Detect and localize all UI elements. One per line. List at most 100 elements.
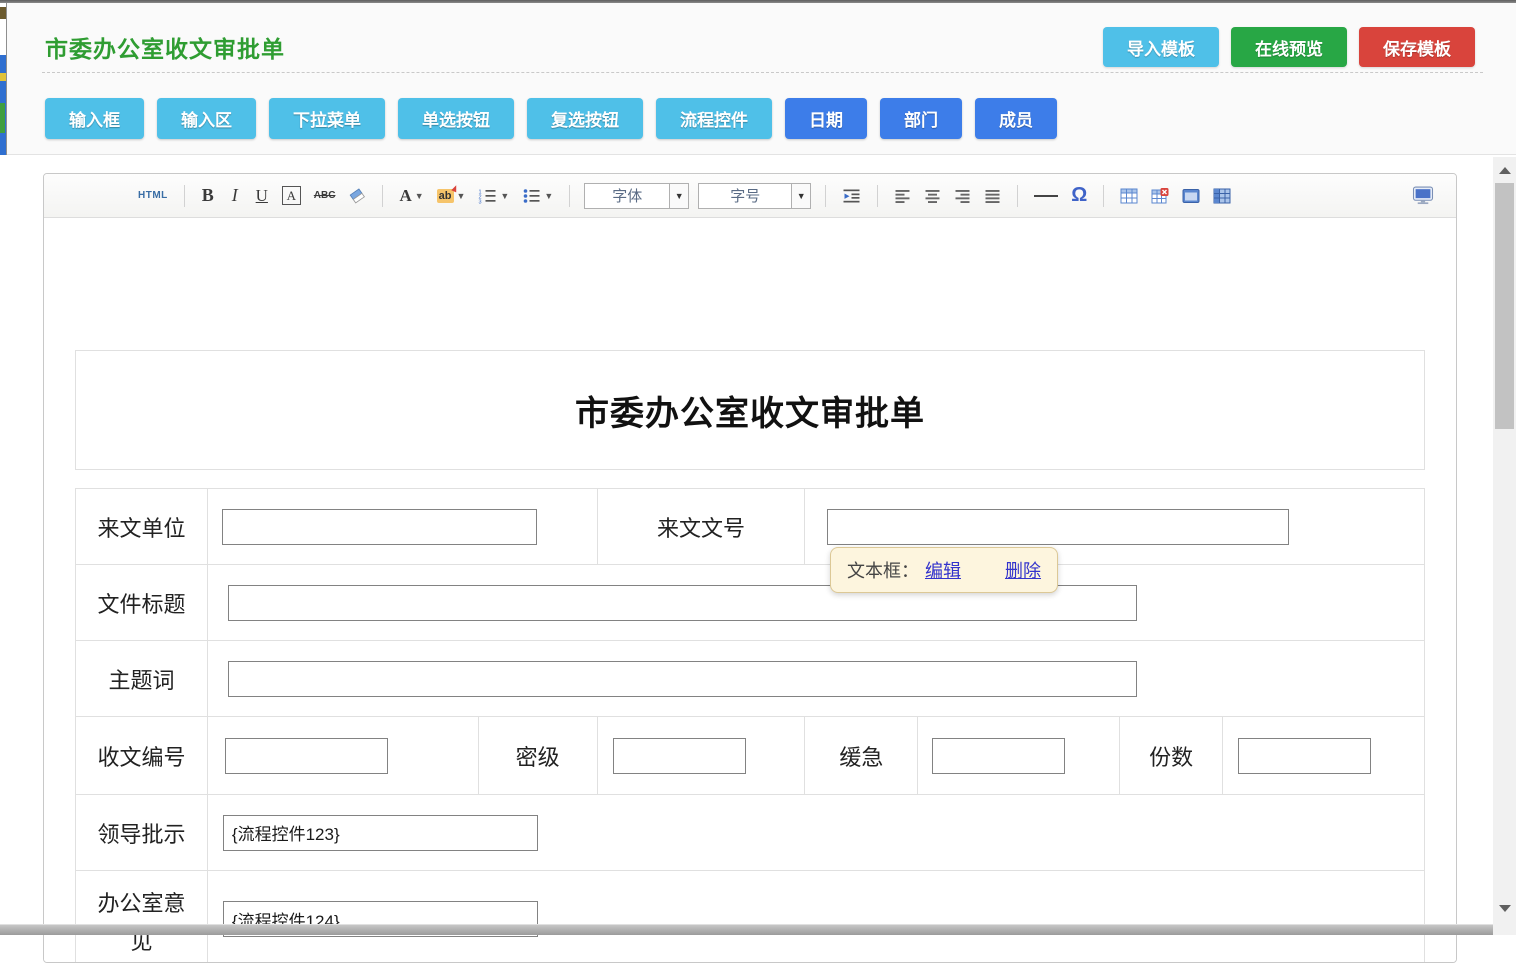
copies-input[interactable] — [1238, 738, 1371, 774]
cell-receipt-number — [208, 717, 479, 795]
cell-copies — [1223, 717, 1425, 795]
table-row: 办公室意见 — [76, 871, 1425, 963]
edit-link[interactable]: 编辑 — [925, 557, 961, 583]
receipt-number-input[interactable] — [225, 738, 388, 774]
page-title: 市委办公室收文审批单 — [45, 30, 285, 64]
widget-member-button[interactable]: 成员 — [975, 98, 1057, 139]
unordered-list-icon[interactable]: ▼ — [520, 183, 555, 209]
label-source-unit: 来文单位 — [76, 489, 208, 565]
scrollbar-thumb[interactable] — [1495, 183, 1514, 429]
toolbar-separator — [382, 185, 383, 207]
fragment-decor — [0, 103, 5, 133]
label-urgency: 缓急 — [805, 717, 918, 795]
table-row: 收文编号 密级 缓急 份数 — [76, 717, 1425, 795]
toolbar-separator — [1017, 185, 1018, 207]
scroll-down-arrow-icon[interactable] — [1493, 897, 1516, 919]
secrecy-input[interactable] — [613, 738, 746, 774]
highlight-color-icon[interactable]: ab▼ — [435, 183, 468, 209]
underline-icon[interactable]: U — [253, 183, 271, 209]
window-top-edge — [0, 0, 1516, 3]
widget-dropdown-button[interactable]: 下拉菜单 — [269, 98, 385, 139]
header-panel: 市委办公室收文审批单 导入模板 在线预览 保存模板 输入框 输入区 下拉菜单 单… — [0, 3, 1516, 155]
tooltip-label: 文本框： — [847, 557, 919, 583]
table-row: 来文单位 来文文号 — [76, 489, 1425, 565]
table-row: 主题词 — [76, 641, 1425, 717]
strikethrough-icon[interactable]: ABC — [312, 183, 338, 209]
insert-table-icon[interactable] — [1118, 183, 1140, 209]
urgency-input[interactable] — [932, 738, 1065, 774]
widget-input-box-button[interactable]: 输入框 — [45, 98, 144, 139]
widget-date-button[interactable]: 日期 — [785, 98, 867, 139]
fragment-decor — [0, 7, 6, 19]
font-size-select[interactable]: 字号 ▼ — [698, 183, 811, 209]
label-office-opinion: 办公室意见 — [76, 871, 208, 963]
editor-content-area[interactable]: 市委办公室收文审批单 来文单位 来文文号 文件标题 — [44, 218, 1456, 962]
widget-checkbox-button[interactable]: 复选按钮 — [527, 98, 643, 139]
delete-table-icon[interactable] — [1149, 183, 1171, 209]
widget-radio-button[interactable]: 单选按钮 — [398, 98, 514, 139]
horizontal-rule-icon[interactable] — [1032, 183, 1060, 209]
toolbar-separator — [184, 185, 185, 207]
label-doc-number: 来文文号 — [598, 489, 806, 565]
label-leader-comments: 领导批示 — [76, 795, 208, 871]
cell-properties-icon[interactable] — [1211, 183, 1233, 209]
table-properties-icon[interactable] — [1180, 183, 1202, 209]
format-block-icon[interactable]: A — [282, 186, 301, 205]
table-row: 文件标题 — [76, 565, 1425, 641]
special-char-icon[interactable]: Ω — [1069, 183, 1089, 209]
widget-textarea-button[interactable]: 输入区 — [157, 98, 256, 139]
label-keywords: 主题词 — [76, 641, 208, 717]
vertical-scrollbar[interactable] — [1493, 157, 1516, 935]
save-template-button[interactable]: 保存模板 — [1359, 27, 1475, 67]
align-center-icon[interactable] — [922, 183, 943, 209]
form-table: 来文单位 来文文号 文件标题 主题词 — [75, 488, 1425, 963]
remove-format-eraser-icon[interactable] — [346, 183, 368, 209]
ordered-list-icon[interactable]: 123 ▼ — [476, 183, 511, 209]
horizontal-scrollbar[interactable] — [0, 924, 1493, 935]
bold-icon[interactable]: B — [199, 183, 217, 209]
toolbar-separator — [1103, 185, 1104, 207]
keywords-input[interactable] — [228, 661, 1137, 697]
toolbar-separator — [825, 185, 826, 207]
richtext-editor-panel: HTML B I U A ABC A▼ ab▼ 123 ▼ ▼ 字体 ▼ 字号 … — [43, 173, 1457, 963]
template-action-buttons: 导入模板 在线预览 保存模板 — [1103, 27, 1475, 67]
dashed-divider — [42, 72, 1483, 73]
cell-keywords — [208, 641, 1425, 717]
scroll-up-arrow-icon[interactable] — [1493, 159, 1516, 181]
fullscreen-icon[interactable] — [1410, 183, 1436, 209]
toolbar-separator — [569, 185, 570, 207]
source-unit-input[interactable] — [222, 509, 537, 545]
background-window-fragment — [0, 3, 7, 155]
editor-toolbar: HTML B I U A ABC A▼ ab▼ 123 ▼ ▼ 字体 ▼ 字号 … — [44, 174, 1456, 218]
widget-button-row: 输入框 输入区 下拉菜单 单选按钮 复选按钮 流程控件 日期 部门 成员 — [45, 98, 1057, 139]
delete-link[interactable]: 删除 — [1005, 557, 1041, 583]
form-title: 市委办公室收文审批单 — [575, 386, 925, 435]
chevron-down-icon: ▼ — [669, 184, 688, 208]
align-left-icon[interactable] — [892, 183, 913, 209]
svg-text:3: 3 — [479, 199, 482, 204]
doc-number-input[interactable] — [827, 509, 1289, 545]
font-family-select[interactable]: 字体 ▼ — [584, 183, 689, 209]
online-preview-button[interactable]: 在线预览 — [1231, 27, 1347, 67]
toolbar-separator — [877, 185, 878, 207]
widget-department-button[interactable]: 部门 — [880, 98, 962, 139]
form-title-box: 市委办公室收文审批单 — [75, 350, 1425, 470]
leader-comments-input[interactable] — [223, 815, 538, 851]
label-copies: 份数 — [1120, 717, 1223, 795]
indent-icon[interactable] — [840, 183, 863, 209]
italic-icon[interactable]: I — [226, 183, 244, 209]
align-justify-icon[interactable] — [982, 183, 1003, 209]
source-code-icon[interactable]: HTML — [136, 183, 170, 209]
cell-source-unit — [208, 489, 598, 565]
cell-doc-title — [208, 565, 1425, 641]
cell-office-opinion — [208, 871, 1425, 963]
control-hover-tooltip: 文本框： 编辑 删除 — [830, 547, 1058, 593]
font-color-icon[interactable]: A▼ — [397, 183, 425, 209]
cell-leader-comments — [208, 795, 1425, 871]
cell-urgency — [918, 717, 1120, 795]
label-receipt-number: 收文编号 — [76, 717, 208, 795]
chevron-down-icon: ▼ — [544, 191, 553, 201]
import-template-button[interactable]: 导入模板 — [1103, 27, 1219, 67]
widget-flow-control-button[interactable]: 流程控件 — [656, 98, 772, 139]
align-right-icon[interactable] — [952, 183, 973, 209]
